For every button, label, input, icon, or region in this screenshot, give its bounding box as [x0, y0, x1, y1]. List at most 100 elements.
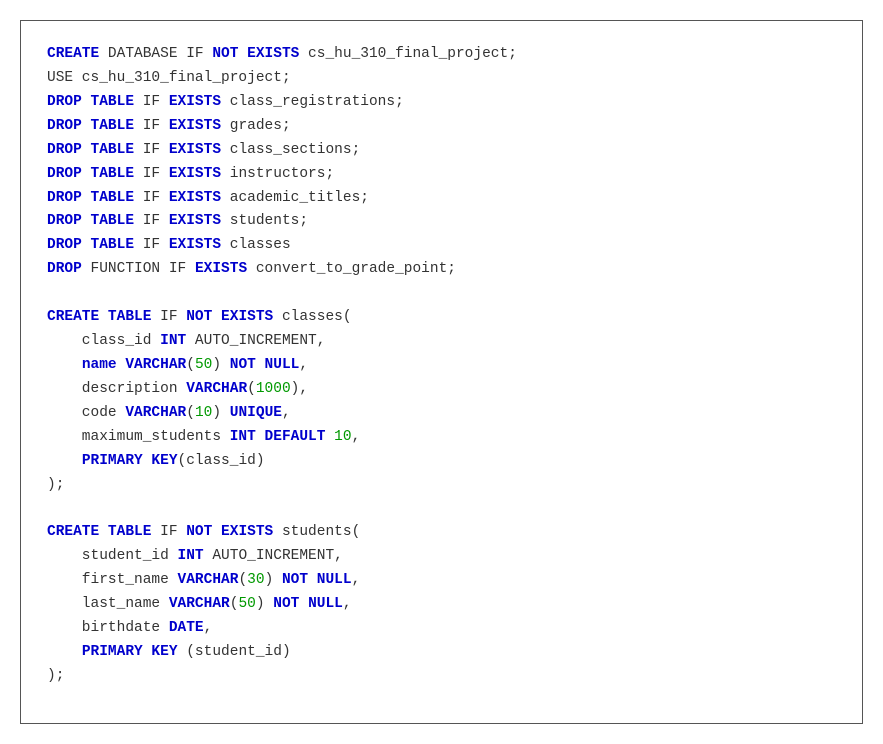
code-token: DROP TABLE — [47, 118, 134, 134]
code-token: EXISTS — [169, 190, 221, 206]
code-token: VARCHAR — [125, 405, 186, 421]
code-token: maximum_students — [47, 429, 230, 445]
code-token: description — [47, 381, 186, 397]
code-token: PRIMARY KEY — [82, 644, 178, 660]
code-token: EXISTS — [169, 118, 221, 134]
code-token: ), — [291, 381, 308, 397]
code-token: ) — [265, 572, 282, 588]
code-token: UNIQUE — [230, 405, 282, 421]
code-token: CREATE TABLE — [47, 524, 151, 540]
code-token: first_name — [47, 572, 178, 588]
code-token: , — [299, 357, 308, 373]
code-token: , — [352, 429, 361, 445]
code-token: DROP TABLE — [47, 237, 134, 253]
code-token: students( — [273, 524, 360, 540]
code-token: IF — [134, 166, 169, 182]
code-token: (student_id) — [178, 644, 291, 660]
code-token: student_id — [47, 548, 178, 564]
code-token: CREATE TABLE — [47, 309, 151, 325]
code-token: EXISTS — [169, 142, 221, 158]
code-token: DROP TABLE — [47, 190, 134, 206]
code-token: class_registrations; — [221, 94, 404, 110]
code-token: DROP TABLE — [47, 213, 134, 229]
code-token: classes( — [273, 309, 351, 325]
code-token: classes — [221, 237, 291, 253]
code-token: class_id — [47, 333, 160, 349]
code-token: IF — [151, 309, 186, 325]
code-token: cs_hu_310_final_project; — [299, 46, 517, 62]
code-token: IF — [134, 237, 169, 253]
code-token: DROP TABLE — [47, 94, 134, 110]
code-box: CREATE DATABASE IF NOT EXISTS cs_hu_310_… — [20, 20, 863, 724]
code-token: INT DEFAULT — [230, 429, 334, 445]
code-token: students; — [221, 213, 308, 229]
code-token: IF — [134, 94, 169, 110]
code-token — [47, 644, 82, 660]
code-token — [47, 357, 82, 373]
sql-code: CREATE DATABASE IF NOT EXISTS cs_hu_310_… — [47, 43, 836, 689]
code-token: VARCHAR — [169, 596, 230, 612]
code-token: ( — [238, 572, 247, 588]
code-token: DROP — [47, 261, 82, 277]
code-token: EXISTS — [169, 166, 221, 182]
code-token: EXISTS — [169, 94, 221, 110]
code-token: NOT NULL — [273, 596, 343, 612]
code-token: , — [352, 572, 361, 588]
code-token: 10 — [334, 429, 351, 445]
code-token: DROP TABLE — [47, 166, 134, 182]
code-token: 30 — [247, 572, 264, 588]
code-token: , — [204, 620, 213, 636]
code-token: AUTO_INCREMENT, — [186, 333, 325, 349]
code-token: USE cs_hu_310_final_project; — [47, 70, 291, 86]
code-token: NOT EXISTS — [212, 46, 299, 62]
code-token: 10 — [195, 405, 212, 421]
code-token: ); — [47, 668, 64, 684]
code-token: INT — [178, 548, 204, 564]
code-token: 50 — [195, 357, 212, 373]
code-token: DROP TABLE — [47, 142, 134, 158]
code-token: VARCHAR — [186, 381, 247, 397]
code-token: birthdate — [47, 620, 169, 636]
code-token: last_name — [47, 596, 169, 612]
code-token: instructors; — [221, 166, 334, 182]
code-token: , — [343, 596, 352, 612]
code-token: DATABASE IF — [99, 46, 212, 62]
code-token: NOT NULL — [230, 357, 300, 373]
code-token: NOT NULL — [282, 572, 352, 588]
code-token: IF — [151, 524, 186, 540]
code-token: PRIMARY KEY — [82, 453, 178, 469]
code-token: ) — [256, 596, 273, 612]
code-token: ( — [186, 405, 195, 421]
code-token: ( — [186, 357, 195, 373]
code-token: convert_to_grade_point; — [247, 261, 456, 277]
code-token: VARCHAR — [178, 572, 239, 588]
code-token: FUNCTION IF — [82, 261, 195, 277]
code-token: name VARCHAR — [82, 357, 186, 373]
code-token: ) — [212, 405, 229, 421]
code-token: ) — [212, 357, 229, 373]
code-token: code — [47, 405, 125, 421]
code-token: ); — [47, 477, 64, 493]
code-token: NOT EXISTS — [186, 524, 273, 540]
code-token: 1000 — [256, 381, 291, 397]
code-token: ( — [247, 381, 256, 397]
code-token: academic_titles; — [221, 190, 369, 206]
code-token: (class_id) — [178, 453, 265, 469]
code-token: IF — [134, 142, 169, 158]
code-token: IF — [134, 118, 169, 134]
code-token: EXISTS — [169, 237, 221, 253]
code-token: DATE — [169, 620, 204, 636]
code-token: AUTO_INCREMENT, — [204, 548, 343, 564]
code-token: CREATE — [47, 46, 99, 62]
code-token: IF — [134, 190, 169, 206]
code-token — [47, 453, 82, 469]
code-token: EXISTS — [195, 261, 247, 277]
code-token: , — [282, 405, 291, 421]
code-token: INT — [160, 333, 186, 349]
code-token: NOT EXISTS — [186, 309, 273, 325]
code-token: class_sections; — [221, 142, 360, 158]
code-token: 50 — [238, 596, 255, 612]
code-token: grades; — [221, 118, 291, 134]
code-token: EXISTS — [169, 213, 221, 229]
code-token: IF — [134, 213, 169, 229]
